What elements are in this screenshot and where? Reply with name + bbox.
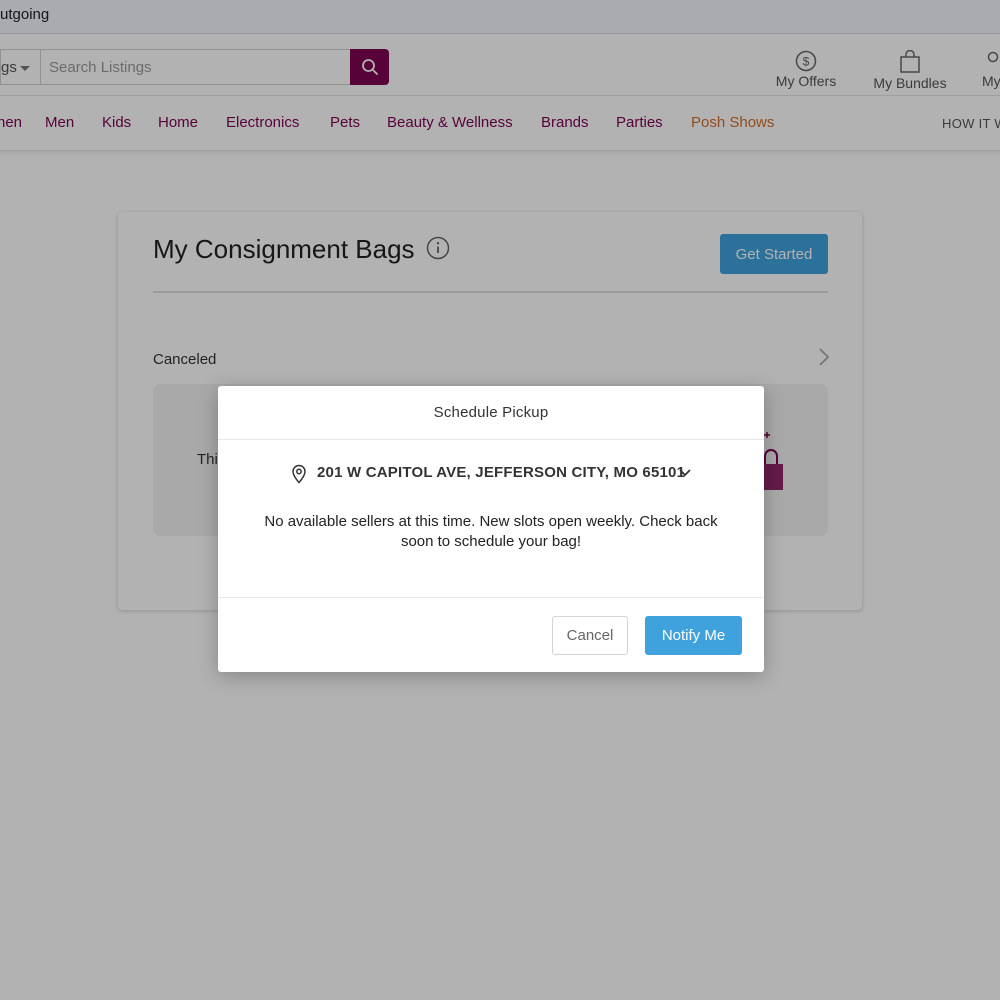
modal-message: No available sellers at this time. New s… <box>264 513 718 550</box>
pickup-address: 201 W CAPITOL AVE, JEFFERSON CITY, MO 65… <box>317 464 686 481</box>
modal-divider-bottom <box>218 597 764 598</box>
chevron-down-icon <box>679 469 691 477</box>
notify-me-button[interactable]: Notify Me <box>645 616 742 655</box>
modal-divider-top <box>218 439 764 440</box>
location-pin-icon <box>292 464 306 484</box>
cancel-button[interactable]: Cancel <box>552 616 628 655</box>
schedule-pickup-modal: Schedule Pickup 201 W CAPITOL AVE, JEFFE… <box>218 386 764 672</box>
modal-title: Schedule Pickup <box>433 404 549 421</box>
